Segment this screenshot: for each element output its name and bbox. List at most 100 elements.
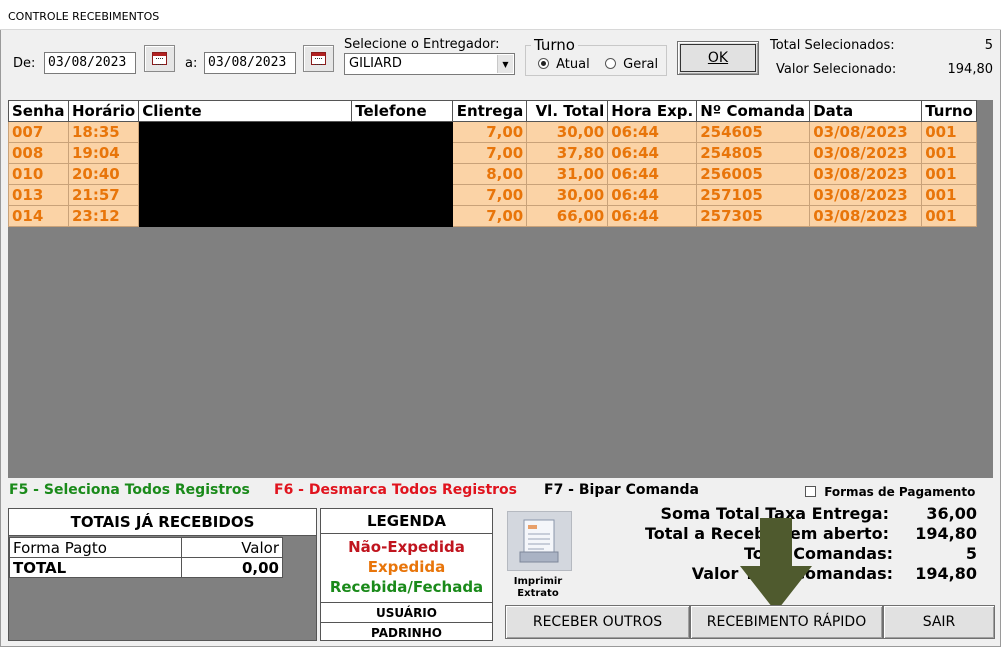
legend-recebida: Recebida/Fechada bbox=[329, 578, 484, 596]
cell-cliente-redacted bbox=[138, 184, 353, 206]
to-date-input[interactable]: 03/08/2023 bbox=[204, 52, 296, 74]
receipts-table: Senha Horário Cliente Telefone Entrega V… bbox=[8, 100, 977, 227]
cell-senha: 010 bbox=[8, 163, 69, 185]
table-row[interactable]: 010 20:40 8,00 31,00 06:44 256005 03/08/… bbox=[8, 163, 977, 185]
cell-turno: 001 bbox=[921, 121, 977, 143]
imprimir-extrato-button[interactable] bbox=[507, 511, 572, 571]
cell-horario: 20:40 bbox=[67, 163, 140, 185]
col-senha[interactable]: Senha bbox=[8, 100, 69, 122]
cell-entrega: 8,00 bbox=[452, 163, 528, 185]
col-cliente[interactable]: Cliente bbox=[138, 100, 353, 122]
cell-comanda: 256005 bbox=[696, 163, 811, 185]
to-label: a: bbox=[185, 56, 198, 71]
total-label: TOTAL bbox=[9, 557, 182, 578]
selected-count-value: 5 bbox=[984, 38, 993, 53]
cell-senha: 013 bbox=[8, 184, 69, 206]
legenda-panel: LEGENDA Não-Expedida Expedida Recebida/F… bbox=[320, 508, 493, 641]
chevron-down-icon: ▼ bbox=[497, 55, 513, 73]
hotkey-f7-hint: F7 - Bipar Comanda bbox=[544, 482, 699, 498]
table-row[interactable]: 014 23:12 7,00 66,00 06:44 257305 03/08/… bbox=[8, 205, 977, 227]
col-vl-total[interactable]: Vl. Total bbox=[526, 100, 609, 122]
formas-pagamento-checkbox[interactable]: Formas de Pagamento bbox=[805, 485, 975, 499]
checkbox-icon bbox=[805, 486, 816, 497]
col-entrega[interactable]: Entrega bbox=[452, 100, 528, 122]
cell-vl-total: 30,00 bbox=[526, 121, 609, 143]
cell-hora-exp: 06:44 bbox=[607, 163, 698, 185]
col-forma-pagto: Forma Pagto bbox=[9, 537, 182, 558]
usuario-field: USUÁRIO bbox=[321, 602, 492, 622]
cell-data: 03/08/2023 bbox=[809, 121, 923, 143]
cell-horario: 18:35 bbox=[67, 121, 140, 143]
cell-comanda: 257105 bbox=[696, 184, 811, 206]
cell-hora-exp: 06:44 bbox=[607, 121, 698, 143]
soma-taxa-value: 36,00 bbox=[926, 504, 977, 523]
cell-turno: 001 bbox=[921, 163, 977, 185]
col-horario[interactable]: Horário bbox=[67, 100, 140, 122]
selected-value-value: 194,80 bbox=[947, 62, 994, 77]
deliverer-label: Selecione o Entregador: bbox=[344, 37, 500, 52]
cell-turno: 001 bbox=[921, 142, 977, 164]
cell-cliente-redacted bbox=[138, 163, 353, 185]
col-data[interactable]: Data bbox=[809, 100, 923, 122]
turno-atual-radio[interactable]: Atual bbox=[538, 57, 590, 72]
cell-vl-total: 37,80 bbox=[526, 142, 609, 164]
cell-data: 03/08/2023 bbox=[809, 184, 923, 206]
down-arrow-icon bbox=[740, 518, 812, 612]
legend-nao-expedida: Não-Expedida bbox=[348, 538, 465, 556]
cell-telefone-redacted bbox=[351, 205, 454, 227]
cell-horario: 21:57 bbox=[67, 184, 140, 206]
cell-data: 03/08/2023 bbox=[809, 142, 923, 164]
from-date-input[interactable]: 03/08/2023 bbox=[44, 52, 136, 74]
deliverer-value: GILIARD bbox=[349, 56, 402, 71]
cell-cliente-redacted bbox=[138, 121, 353, 143]
col-telefone[interactable]: Telefone bbox=[351, 100, 454, 122]
cell-entrega: 7,00 bbox=[452, 205, 528, 227]
total-value: 0,00 bbox=[181, 557, 283, 578]
turno-geral-radio[interactable]: Geral bbox=[605, 57, 658, 72]
window-title: CONTROLE RECEBIMENTOS bbox=[0, 0, 1001, 30]
cell-entrega: 7,00 bbox=[452, 142, 528, 164]
col-turno[interactable]: Turno bbox=[921, 100, 977, 122]
calendar-icon bbox=[311, 52, 326, 65]
recebimento-rapido-button[interactable]: RECEBIMENTO RÁPIDO bbox=[690, 605, 883, 639]
from-label: De: bbox=[13, 56, 36, 71]
cell-entrega: 7,00 bbox=[452, 121, 528, 143]
table-row[interactable]: 008 19:04 7,00 37,80 06:44 254805 03/08/… bbox=[8, 142, 977, 164]
hotkey-f6-hint: F6 - Desmarca Todos Registros bbox=[274, 482, 518, 498]
cell-cliente-redacted bbox=[138, 205, 353, 227]
printer-document-icon bbox=[519, 519, 559, 563]
total-comandas-value: 5 bbox=[965, 544, 977, 563]
table-row[interactable]: 007 18:35 7,00 30,00 06:44 254605 03/08/… bbox=[8, 121, 977, 143]
table-row[interactable]: 013 21:57 7,00 30,00 06:44 257105 03/08/… bbox=[8, 184, 977, 206]
col-hora-exp[interactable]: Hora Exp. bbox=[607, 100, 698, 122]
radio-unselected-icon bbox=[605, 58, 616, 69]
ok-button[interactable]: OK bbox=[677, 41, 759, 75]
radio-selected-icon bbox=[538, 58, 549, 69]
cell-telefone-redacted bbox=[351, 163, 454, 185]
imprimir-extrato-label[interactable]: Imprimir Extrato bbox=[505, 576, 571, 600]
valor-total-value: 194,80 bbox=[915, 564, 977, 583]
padrinho-field: PADRINHO bbox=[321, 622, 492, 642]
cell-comanda: 254605 bbox=[696, 121, 811, 143]
cell-horario: 23:12 bbox=[67, 205, 140, 227]
hotkey-f5-hint: F5 - Seleciona Todos Registros bbox=[9, 482, 250, 498]
col-comanda[interactable]: Nº Comanda bbox=[696, 100, 811, 122]
cell-cliente-redacted bbox=[138, 142, 353, 164]
to-calendar-button[interactable] bbox=[303, 45, 334, 72]
sair-button[interactable]: SAIR bbox=[883, 605, 995, 639]
cell-hora-exp: 06:44 bbox=[607, 184, 698, 206]
total-row: TOTAL 0,00 bbox=[9, 557, 283, 578]
cell-entrega: 7,00 bbox=[452, 184, 528, 206]
cell-senha: 007 bbox=[8, 121, 69, 143]
from-calendar-button[interactable] bbox=[144, 45, 175, 72]
receipts-grid[interactable]: Senha Horário Cliente Telefone Entrega V… bbox=[8, 100, 993, 478]
cell-senha: 014 bbox=[8, 205, 69, 227]
cell-hora-exp: 06:44 bbox=[607, 142, 698, 164]
receber-outros-button[interactable]: RECEBER OUTROS bbox=[505, 605, 690, 639]
deliverer-select[interactable]: GILIARD ▼ bbox=[344, 53, 515, 75]
cell-comanda: 257305 bbox=[696, 205, 811, 227]
totais-recebidos-panel: TOTAIS JÁ RECEBIDOS Forma Pagto Valor TO… bbox=[8, 508, 317, 641]
col-valor: Valor bbox=[181, 537, 283, 558]
cell-turno: 001 bbox=[921, 205, 977, 227]
cell-data: 03/08/2023 bbox=[809, 205, 923, 227]
